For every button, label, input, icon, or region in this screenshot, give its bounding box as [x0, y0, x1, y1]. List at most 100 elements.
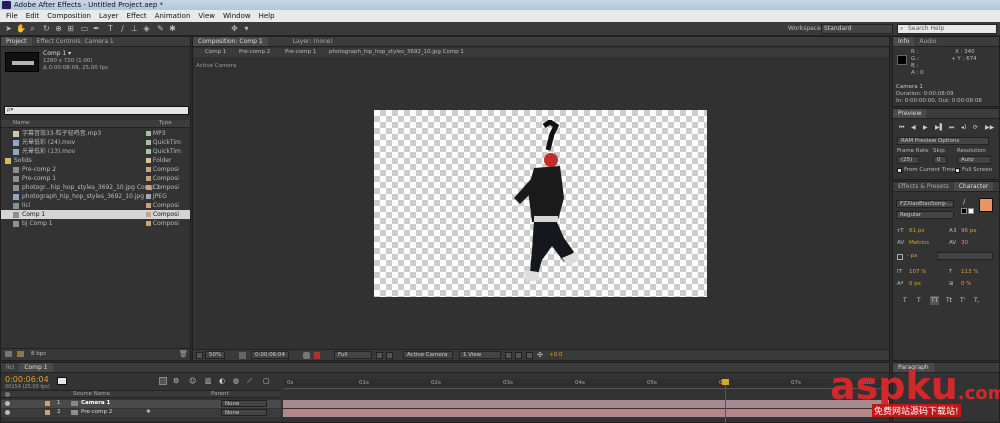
full-screen-checkbox[interactable]: [955, 168, 960, 173]
loop-icon[interactable]: ⟳: [973, 123, 978, 132]
hide-shy-layers-icon[interactable]: ☺: [189, 377, 197, 385]
label-swatch[interactable]: [146, 167, 151, 172]
from-current-time-checkbox[interactable]: [897, 168, 902, 173]
column-source-name[interactable]: Source Name: [73, 391, 110, 397]
pan-behind-tool-icon[interactable]: ⊞: [66, 24, 75, 34]
eyedropper-icon[interactable]: ∕: [963, 198, 973, 206]
label-swatch[interactable]: [146, 149, 151, 154]
show-channel-icon[interactable]: [314, 352, 320, 359]
tab-effect-controls[interactable]: Effect Controls: Camera 1: [32, 37, 119, 46]
label-swatch[interactable]: [146, 158, 151, 163]
audio-icon[interactable]: ◂): [961, 123, 966, 132]
faux-bold-button[interactable]: T: [903, 296, 907, 305]
brush-tool-icon[interactable]: ∕: [118, 24, 127, 34]
layer-visibility-icon[interactable]: [5, 401, 10, 406]
label-swatch[interactable]: [146, 176, 151, 181]
layer-parent-select[interactable]: None: [221, 400, 267, 407]
timeline-icon[interactable]: [526, 352, 533, 359]
label-swatch[interactable]: [146, 221, 151, 226]
interpret-footage-icon[interactable]: [5, 351, 12, 357]
type-tool-icon[interactable]: T: [106, 24, 115, 34]
camera-tool-icon[interactable]: ⊕: [54, 24, 63, 34]
new-folder-icon[interactable]: [17, 351, 24, 357]
menu-file[interactable]: File: [2, 10, 22, 22]
region-of-interest-icon[interactable]: [376, 352, 383, 359]
pen-tool-icon[interactable]: ✒: [92, 24, 101, 34]
white-color-chip[interactable]: [968, 208, 974, 214]
playhead-handle[interactable]: [721, 379, 729, 385]
subscript-button[interactable]: T,: [974, 296, 980, 305]
timeline-search-input[interactable]: [57, 377, 67, 385]
menu-layer[interactable]: Layer: [95, 10, 123, 22]
column-type[interactable]: Type: [159, 120, 172, 126]
always-preview-icon[interactable]: [196, 352, 203, 359]
time-ruler[interactable]: 0s 01s 02s 03s 04s 05s 06s 07s 08s: [283, 379, 889, 389]
last-frame-icon[interactable]: ⏭: [949, 123, 954, 132]
layer-parent-select[interactable]: None: [221, 409, 267, 416]
tab-comp-1[interactable]: Comp 1: [19, 363, 53, 372]
toggle-pixel-aspect-icon[interactable]: [505, 352, 512, 359]
transparency-grid-icon[interactable]: [386, 352, 393, 359]
trash-icon[interactable]: 🗑: [179, 351, 188, 358]
safe-zones-icon[interactable]: [239, 352, 246, 359]
exposure-value[interactable]: +0.0: [549, 352, 562, 358]
all-caps-button[interactable]: TT: [930, 296, 940, 305]
flowchart-icon[interactable]: ✣: [537, 352, 544, 359]
camera-view-select[interactable]: Active Camera: [403, 351, 453, 359]
composition-canvas[interactable]: [374, 110, 707, 297]
menu-view[interactable]: View: [194, 10, 219, 22]
font-style-select[interactable]: Regular: [896, 211, 954, 219]
crumb-pre-comp-1[interactable]: Pre-comp 1: [285, 48, 316, 57]
tab-effects-presets[interactable]: Effects & Presets: [893, 182, 954, 191]
frame-blending-icon[interactable]: ▥: [205, 377, 213, 385]
clone-tool-icon[interactable]: ⊥: [130, 24, 139, 34]
layer-name[interactable]: Pre-comp 2: [81, 409, 112, 415]
label-swatch[interactable]: [146, 131, 151, 136]
tab-lici[interactable]: lici: [1, 363, 19, 372]
menu-help[interactable]: Help: [255, 10, 279, 22]
menu-edit[interactable]: Edit: [22, 10, 44, 22]
search-help-input[interactable]: ⌕ Search Help: [897, 24, 997, 34]
layer-row[interactable]: 2 Pre-comp 2 ✱ None: [1, 409, 281, 417]
brainstorm-icon[interactable]: ◍: [233, 377, 241, 385]
timecode-display[interactable]: 0:00:06:04: [251, 351, 290, 359]
tab-character[interactable]: Character: [953, 182, 994, 191]
layer-name[interactable]: Camera 1: [81, 400, 110, 406]
draft-3d-icon[interactable]: ⚙: [173, 377, 181, 385]
stroke-mode-select[interactable]: [937, 252, 993, 260]
crumb-pre-comp-2[interactable]: Pre-comp 2: [239, 48, 270, 57]
project-search-input[interactable]: ρ▾: [4, 106, 189, 115]
axis-tool-icon[interactable]: ✥: [230, 24, 239, 34]
menu-animation[interactable]: Animation: [151, 10, 195, 22]
menu-window[interactable]: Window: [219, 10, 255, 22]
timeline-timecode[interactable]: 0:00:06:04: [5, 375, 49, 384]
rotate-tool-icon[interactable]: ↻: [42, 24, 51, 34]
ram-preview-options-select[interactable]: RAM Preview Options: [897, 137, 989, 145]
label-swatch[interactable]: [146, 203, 151, 208]
fill-color-swatch[interactable]: [979, 198, 993, 212]
horizontal-scale-value[interactable]: 113 %: [961, 269, 978, 275]
hand-tool-icon[interactable]: ✋: [16, 24, 26, 34]
graph-editor-icon[interactable]: ⟋: [247, 377, 255, 385]
layer-bar-camera[interactable]: [283, 400, 889, 408]
baseline-shift-value[interactable]: 0 px: [909, 281, 921, 287]
font-size-value[interactable]: 61 px: [909, 228, 925, 234]
layer-bar-precomp[interactable]: [283, 409, 889, 417]
label-swatch[interactable]: [146, 212, 151, 217]
vertical-scale-value[interactable]: 107 %: [909, 269, 926, 275]
crumb-comp-1[interactable]: Comp 1: [205, 48, 226, 57]
ram-preview-icon[interactable]: ▶▶: [985, 123, 994, 132]
selected-item-name[interactable]: Comp 1 ▾: [43, 50, 71, 57]
label-swatch[interactable]: [146, 194, 151, 199]
tab-preview[interactable]: Preview: [893, 109, 927, 118]
preview-resolution-select[interactable]: Auto: [957, 156, 991, 164]
tab-composition[interactable]: Composition: Comp 1: [193, 37, 268, 46]
small-caps-button[interactable]: Tt: [946, 296, 952, 305]
bit-depth[interactable]: 8 bpc: [31, 351, 46, 357]
zoom-tool-icon[interactable]: ⌕: [28, 24, 37, 34]
black-color-chip[interactable]: [961, 208, 967, 214]
column-parent[interactable]: Parent: [211, 391, 229, 397]
previous-frame-icon[interactable]: ◀: [911, 123, 916, 132]
fast-previews-icon[interactable]: [515, 352, 522, 359]
tab-project[interactable]: Project: [1, 37, 32, 46]
